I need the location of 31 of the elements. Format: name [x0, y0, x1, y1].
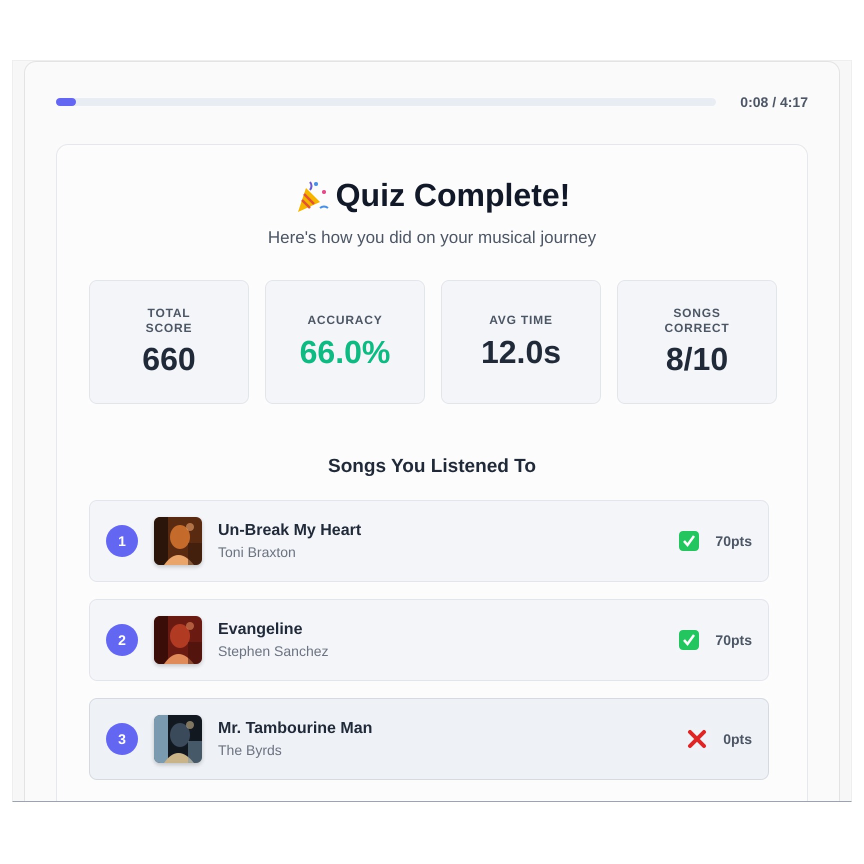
song-row[interactable]: 3 Mr. Tambourine Man The Byrds 0pts	[89, 698, 769, 780]
points-label: 70pts	[715, 632, 752, 648]
song-title: Mr. Tambourine Man	[218, 720, 374, 738]
song-title: Un-Break My Heart	[218, 522, 362, 540]
song-artist: The Byrds	[218, 742, 283, 758]
points-label: 70pts	[715, 533, 752, 549]
points-label: 0pts	[723, 731, 752, 747]
subtitle: Here's how you did on your musical journey	[268, 228, 596, 248]
number-badge: 2	[106, 624, 138, 656]
cross-icon	[687, 729, 708, 749]
number-badge: 3	[106, 723, 138, 755]
song-row[interactable]: 1 Un-Break My Heart Toni Braxton 70pts	[89, 500, 769, 582]
page-title: Quiz Complete!	[336, 177, 570, 214]
stat-label: TOTAL SCORE	[144, 306, 194, 335]
time-label: 0:08 / 4:17	[740, 94, 808, 110]
stat-value: 660	[142, 340, 196, 378]
song-artist: Stephen Sanchez	[218, 643, 330, 659]
stat-value: 8/10	[666, 340, 728, 378]
stat-label: SONGS CORRECT	[664, 306, 730, 335]
stat-label: AVG TIME	[489, 313, 553, 328]
song-row[interactable]: 2 Evangeline Stephen Sanchez 70pts	[89, 599, 769, 681]
stat-label: ACCURACY	[307, 313, 383, 328]
stat-value: 12.0s	[480, 334, 562, 371]
song-artist: Toni Braxton	[218, 544, 297, 560]
stat-value: 66.0%	[300, 334, 390, 371]
check-icon	[679, 630, 700, 650]
check-icon	[679, 531, 700, 551]
song-title: Evangeline	[218, 621, 304, 639]
progress-track[interactable]	[56, 98, 716, 106]
number-badge: 1	[106, 525, 138, 557]
section-heading: Songs You Listened To	[328, 456, 536, 478]
